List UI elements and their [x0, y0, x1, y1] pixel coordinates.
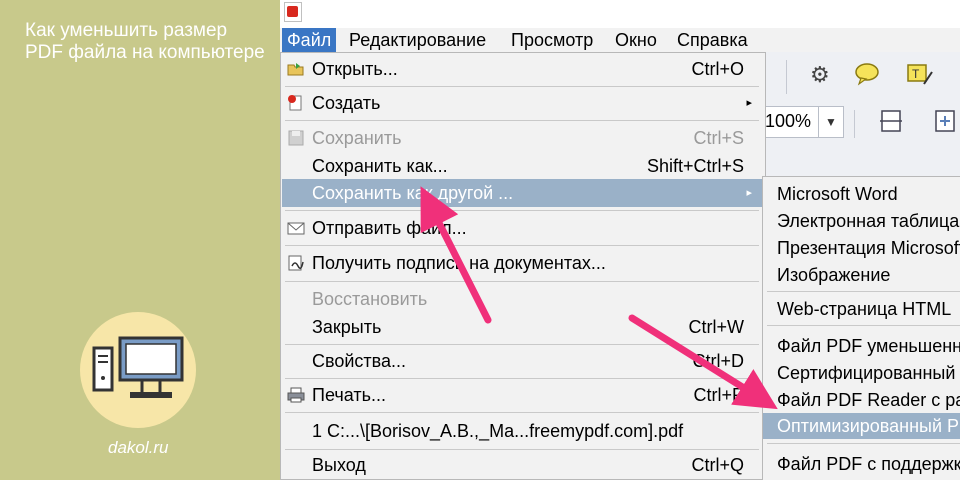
- menu-view[interactable]: Просмотр: [506, 28, 598, 52]
- pdf-app-icon: [284, 2, 302, 22]
- toolbar-divider: [786, 60, 787, 94]
- menu-item-send-file[interactable]: Отправить файл...: [282, 214, 764, 242]
- signature-icon: [287, 254, 305, 272]
- menu-separator: [285, 378, 759, 379]
- svg-text:T: T: [912, 67, 920, 81]
- save-icon: [287, 129, 305, 147]
- menu-item-save[interactable]: Сохранить Ctrl+S: [282, 124, 764, 152]
- menu-separator: [285, 449, 759, 450]
- zoom-value: 100%: [765, 111, 812, 131]
- menu-item-exit[interactable]: Выход Ctrl+Q: [282, 451, 764, 479]
- menu-separator: [285, 344, 759, 345]
- menu-item-close[interactable]: Закрыть Ctrl+W: [282, 313, 764, 341]
- fit-width-icon[interactable]: [878, 108, 904, 140]
- menu-item-recent-file[interactable]: 1 C:...\[Borisov_A.B.,_Ma...freemypdf.co…: [282, 417, 764, 445]
- zoom-select[interactable]: 100% ▼: [762, 106, 844, 138]
- submenu-item-word[interactable]: Microsoft Word: [777, 181, 960, 207]
- menu-window[interactable]: Окно: [610, 28, 662, 52]
- save-as-other-submenu: Microsoft Word Электронная таблица Презе…: [762, 176, 960, 480]
- gear-icon[interactable]: ⚙: [810, 62, 830, 88]
- menu-separator: [285, 210, 759, 211]
- menu-help[interactable]: Справка: [672, 28, 753, 52]
- submenu-item-certified-pdf[interactable]: Сертифицированный PDF: [777, 360, 960, 386]
- printer-icon: [287, 386, 305, 404]
- file-menu: Открыть... Ctrl+O Создать ▸ Сохранить Ct…: [280, 52, 766, 480]
- submenu-item-html[interactable]: Web-страница HTML: [777, 296, 960, 322]
- menu-separator: [285, 281, 759, 282]
- title-bar: [280, 0, 960, 28]
- submenu-item-reduced-pdf[interactable]: Файл PDF уменьшенного размера: [777, 333, 960, 359]
- menu-separator: [767, 443, 960, 444]
- menu-item-save-as-other[interactable]: Сохранить как другой ... ▸: [282, 179, 764, 207]
- computer-logo: [80, 312, 196, 428]
- create-icon: [287, 94, 305, 112]
- menu-item-create[interactable]: Создать ▸: [282, 89, 764, 117]
- menu-item-print[interactable]: Печать... Ctrl+P: [282, 381, 764, 409]
- computer-icon: [92, 336, 184, 398]
- comment-icon[interactable]: [854, 62, 880, 92]
- menu-item-save-as[interactable]: Сохранить как... Shift+Ctrl+S: [282, 152, 764, 180]
- menu-separator: [285, 245, 759, 246]
- menu-separator: [285, 120, 759, 121]
- submenu-item-image[interactable]: Изображение: [777, 262, 960, 288]
- menu-item-open[interactable]: Открыть... Ctrl+O: [282, 55, 764, 83]
- menu-file[interactable]: Файл: [282, 28, 337, 52]
- submenu-item-optimized-pdf[interactable]: Оптимизированный PDF: [763, 413, 960, 439]
- menu-separator: [767, 325, 960, 326]
- submenu-arrow-icon: ▸: [746, 187, 752, 199]
- article-panel: Как уменьшить размер PDF файла на компью…: [0, 0, 280, 480]
- submenu-arrow-icon: ▸: [746, 97, 752, 109]
- menu-separator: [285, 86, 759, 87]
- menu-separator: [767, 291, 960, 292]
- open-folder-icon: [287, 60, 305, 78]
- chevron-down-icon[interactable]: ▼: [818, 107, 843, 137]
- menu-edit[interactable]: Редактирование: [344, 28, 491, 52]
- fit-page-icon[interactable]: [932, 108, 958, 140]
- menu-bar: Файл Редактирование Просмотр Окно Справк…: [280, 28, 960, 53]
- site-name: dakol.ru: [108, 438, 169, 457]
- text-edit-icon[interactable]: T: [906, 62, 934, 94]
- mail-icon: [287, 219, 305, 237]
- submenu-item-presentation[interactable]: Презентация Microsoft: [777, 235, 960, 261]
- menu-item-properties[interactable]: Свойства... Ctrl+D: [282, 347, 764, 375]
- menu-item-restore[interactable]: Восстановить: [282, 285, 764, 313]
- article-title: Как уменьшить размер PDF файла на компью…: [25, 20, 265, 63]
- submenu-item-reader-extended-pdf[interactable]: Файл PDF Reader с расширенными функциями: [777, 387, 960, 413]
- toolbar-divider: [854, 110, 855, 138]
- acrobat-window: Файл Редактирование Просмотр Окно Справк…: [280, 0, 960, 480]
- submenu-item-pdf-support[interactable]: Файл PDF с поддержкой: [777, 451, 960, 477]
- menu-item-get-signature[interactable]: Получить подпись на документах...: [282, 249, 764, 277]
- menu-separator: [285, 412, 759, 413]
- submenu-item-spreadsheet[interactable]: Электронная таблица: [777, 208, 960, 234]
